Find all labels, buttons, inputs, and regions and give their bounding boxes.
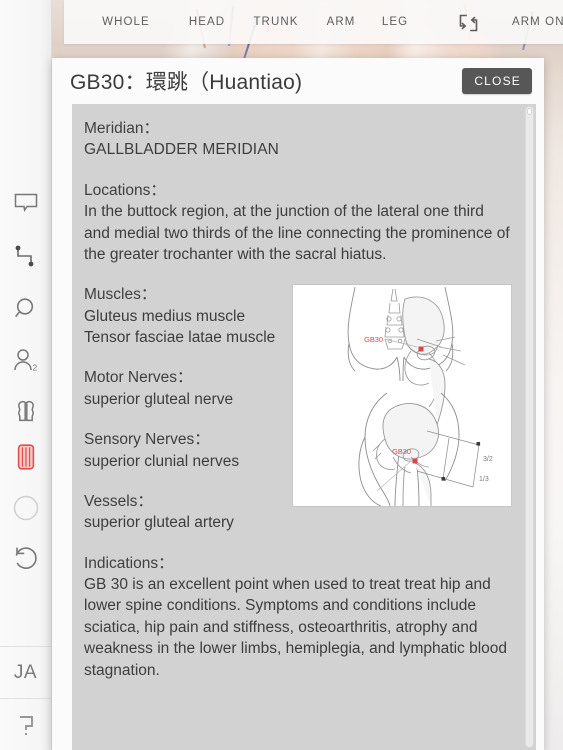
field-locations: Locations： In the buttock region, at the… [84,180,512,266]
tab-whole[interactable]: WHOLE [86,16,166,28]
tab-leg[interactable]: LEG [364,16,426,28]
tab-arm[interactable]: ARM [310,16,372,28]
circle-icon[interactable] [0,485,51,531]
app-root: WHOLE HEAD TRUNK ARM LEG ARM ONLY [0,0,563,750]
path-connector-icon[interactable] [0,233,51,279]
tab-head[interactable]: HEAD [172,16,242,28]
help-icon[interactable] [0,702,51,748]
field-value: superior gluteal artery [84,514,234,532]
close-button[interactable]: CLOSE [462,68,532,94]
acupoint-marker [412,458,418,464]
dialog-scrollbar-thumb[interactable] [527,108,532,115]
field-meridian: Meridian： GALLBLADDER MERIDIAN [84,118,512,161]
dialog-title: GB30：環跳（Huantiao) [70,71,303,94]
region-tabbar: WHOLE HEAD TRUNK ARM LEG ARM ONLY [64,0,563,44]
reset-icon[interactable] [0,535,51,581]
dialog-scrollbar[interactable] [525,106,534,748]
dialog-header: GB30：環跳（Huantiao) CLOSE [52,58,544,104]
field-label: Meridian： [84,120,159,137]
acupoint-marker [418,346,424,352]
rail-divider [0,698,51,699]
dialog-scroll-content[interactable]: Meridian： GALLBLADDER MERIDIAN Locations… [72,104,524,750]
rail-divider [0,646,51,647]
figure-cun-lower: 1/3 [479,476,489,483]
figure-cun-upper: 3/2 [483,456,493,463]
field-value: GALLBLADDER MERIDIAN [84,141,279,159]
search-icon[interactable] [0,286,51,332]
tab-trunk[interactable]: TRUNK [236,16,316,28]
tab-arm-only[interactable]: ARM ONLY [512,16,563,28]
acupoint-anatomy-diagram: GB30 3/2 1/3 GB30 [292,284,512,508]
acupoint-detail-dialog: GB30：環跳（Huantiao) CLOSE Meridian： GALLBL… [52,58,544,750]
acupoint-label: GB30 [392,447,411,456]
field-value: GB 30 is an excellent point when used to… [84,576,508,679]
field-indications: Indications： GB 30 is an excellent point… [84,553,512,681]
dialog-body: Meridian： GALLBLADDER MERIDIAN Locations… [72,104,536,750]
field-value: In the buttock region, at the junction o… [84,203,510,263]
field-label: Indications： [84,554,174,572]
speech-bubble-icon[interactable] [0,180,51,226]
user-layers-badge: 2 [32,363,37,373]
rotate-swap-icon[interactable] [456,12,482,34]
user-layers-icon[interactable]: 2 [0,337,51,383]
left-toolbar: 2 JA [0,0,52,750]
field-label: Locations： [84,181,166,199]
language-button[interactable]: JA [0,650,51,696]
bone-icon[interactable] [0,388,51,434]
acupoint-label: GB30 [364,335,383,344]
muscle-icon[interactable] [0,434,51,480]
